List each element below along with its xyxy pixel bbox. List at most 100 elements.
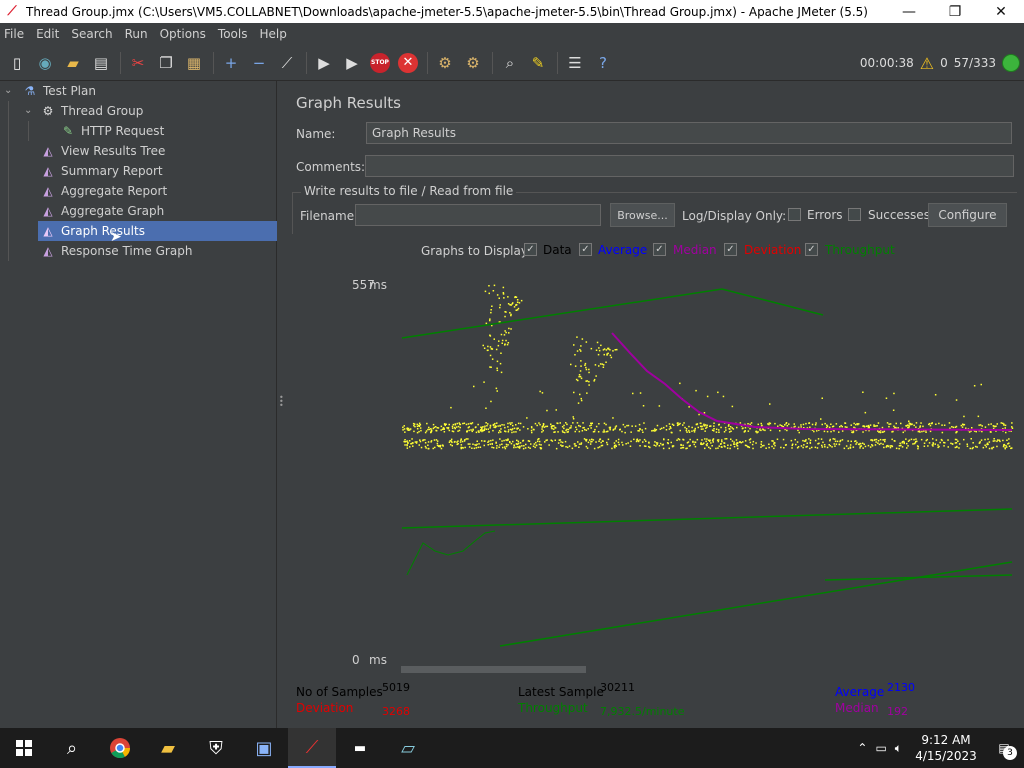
sample-point	[826, 424, 828, 426]
tree-item-http-request[interactable]: ✎ HTTP Request	[60, 121, 277, 141]
save-icon[interactable]: ▤	[90, 52, 112, 74]
sample-point	[459, 441, 462, 443]
sample-point	[618, 443, 620, 446]
sample-point	[709, 439, 711, 441]
shutdown-button[interactable]: ✕	[397, 52, 419, 74]
sample-point	[724, 445, 726, 448]
sample-point	[832, 425, 835, 427]
tree-item-aggregate-report[interactable]: ◭ Aggregate Report	[40, 181, 277, 201]
sample-point	[744, 440, 747, 442]
tree-item-summary-report[interactable]: ◭ Summary Report	[40, 161, 277, 181]
sample-point	[572, 422, 574, 424]
help-icon[interactable]: ?	[592, 52, 614, 74]
toggle-icon[interactable]: ⟋	[276, 52, 298, 74]
sample-point	[557, 431, 559, 433]
volume-icon[interactable]: 🔈︎	[895, 741, 902, 756]
sample-point	[624, 426, 626, 428]
sample-point	[602, 364, 605, 366]
sample-point	[875, 438, 878, 441]
start-icon[interactable]: ▶	[313, 52, 335, 74]
horizontal-scrollbar-thumb[interactable]	[401, 666, 586, 673]
jmeter-taskbar-icon[interactable]: ⟋	[288, 728, 336, 768]
function-helper-icon[interactable]: ☰	[564, 52, 586, 74]
sample-point	[958, 443, 961, 445]
sample-point	[730, 444, 732, 446]
sample-point	[737, 442, 739, 444]
sample-point	[606, 443, 609, 446]
sample-point	[883, 430, 886, 433]
sample-point	[698, 413, 700, 416]
sample-point	[768, 443, 770, 445]
sample-point	[468, 446, 471, 448]
sample-point	[654, 429, 657, 432]
menu-search[interactable]: Search	[67, 27, 120, 41]
menu-file[interactable]: File	[0, 27, 32, 41]
remote-desktop-icon[interactable]: ▣	[240, 728, 288, 768]
notepad-icon[interactable]: ▱	[384, 728, 432, 768]
menu-tools[interactable]: Tools	[214, 27, 256, 41]
sample-point	[566, 446, 569, 449]
menu-run[interactable]: Run	[121, 27, 156, 41]
tree-item-aggregate-graph[interactable]: ◭ Aggregate Graph	[40, 201, 277, 221]
chrome-icon[interactable]	[96, 728, 144, 768]
search-icon[interactable]: ⌕	[48, 728, 96, 768]
sample-point	[428, 426, 430, 429]
split-pane-divider[interactable]: • • •	[277, 81, 285, 728]
sample-point	[917, 447, 919, 450]
command-prompt-icon[interactable]: ▬	[336, 728, 384, 768]
sample-point	[928, 442, 931, 444]
sample-point	[491, 442, 493, 445]
file-explorer-icon[interactable]: ▰	[144, 728, 192, 768]
reset-search-icon[interactable]: ✎	[527, 52, 549, 74]
start-button[interactable]	[0, 728, 48, 768]
tree-item-test-plan[interactable]: ⚗ Test Plan	[22, 81, 277, 101]
clear-icon[interactable]: ⚙	[434, 52, 456, 74]
security-shield-icon[interactable]: ⛨	[192, 728, 240, 768]
open-icon[interactable]: ▰	[62, 52, 84, 74]
sample-point	[882, 431, 884, 433]
network-icon[interactable]: ▭	[875, 741, 886, 755]
chevron-down-icon[interactable]: ⌄	[24, 105, 32, 116]
collapse-icon[interactable]: −	[248, 52, 270, 74]
sample-point	[864, 445, 867, 448]
sample-point	[713, 428, 715, 430]
clock[interactable]: 9:12 AM 4/15/2023	[908, 732, 984, 764]
clear-all-icon[interactable]: ⚙	[462, 52, 484, 74]
search-icon[interactable]: ⌕	[499, 52, 521, 74]
sample-point	[916, 445, 919, 447]
menu-help[interactable]: Help	[255, 27, 294, 41]
tree-item-response-time-graph[interactable]: ◭ Response Time Graph	[40, 241, 277, 261]
menu-edit[interactable]: Edit	[32, 27, 67, 41]
chevron-down-icon[interactable]: ⌄	[4, 85, 12, 96]
sample-point	[598, 347, 600, 349]
expand-icon[interactable]: +	[220, 52, 242, 74]
tree-item-thread-group[interactable]: ⚙ Thread Group	[40, 101, 277, 121]
templates-icon[interactable]: ◉	[34, 52, 56, 74]
sample-point	[515, 446, 517, 449]
sample-point	[459, 423, 461, 426]
tree-item-view-results-tree[interactable]: ◭ View Results Tree	[40, 141, 277, 161]
chevron-up-icon[interactable]: ⌃	[857, 741, 867, 755]
cut-icon[interactable]: ✂	[127, 52, 149, 74]
new-icon[interactable]: ▯	[6, 52, 28, 74]
maximize-button[interactable]: ❐	[932, 0, 978, 23]
menu-options[interactable]: Options	[156, 27, 214, 41]
sample-point	[957, 440, 959, 442]
sample-point	[586, 392, 588, 394]
sample-point	[729, 428, 731, 430]
tree-item-graph-results[interactable]: ◭ Graph Results	[38, 221, 277, 241]
start-no-pauses-icon[interactable]: ▶	[341, 52, 363, 74]
sample-point	[575, 426, 577, 428]
sample-point	[822, 441, 824, 444]
sample-point	[879, 438, 882, 441]
paste-icon[interactable]: ▦	[183, 52, 205, 74]
warning-icon[interactable]: ⚠	[920, 54, 934, 73]
sample-point	[595, 349, 598, 351]
stop-button[interactable]: STOP	[369, 52, 391, 74]
sample-point	[761, 445, 764, 447]
notifications-button[interactable]: ▤ 3	[984, 728, 1024, 768]
minimize-button[interactable]: —	[886, 0, 932, 23]
close-button[interactable]: ✕	[978, 0, 1024, 23]
sample-point	[622, 444, 624, 446]
copy-icon[interactable]: ❐	[155, 52, 177, 74]
